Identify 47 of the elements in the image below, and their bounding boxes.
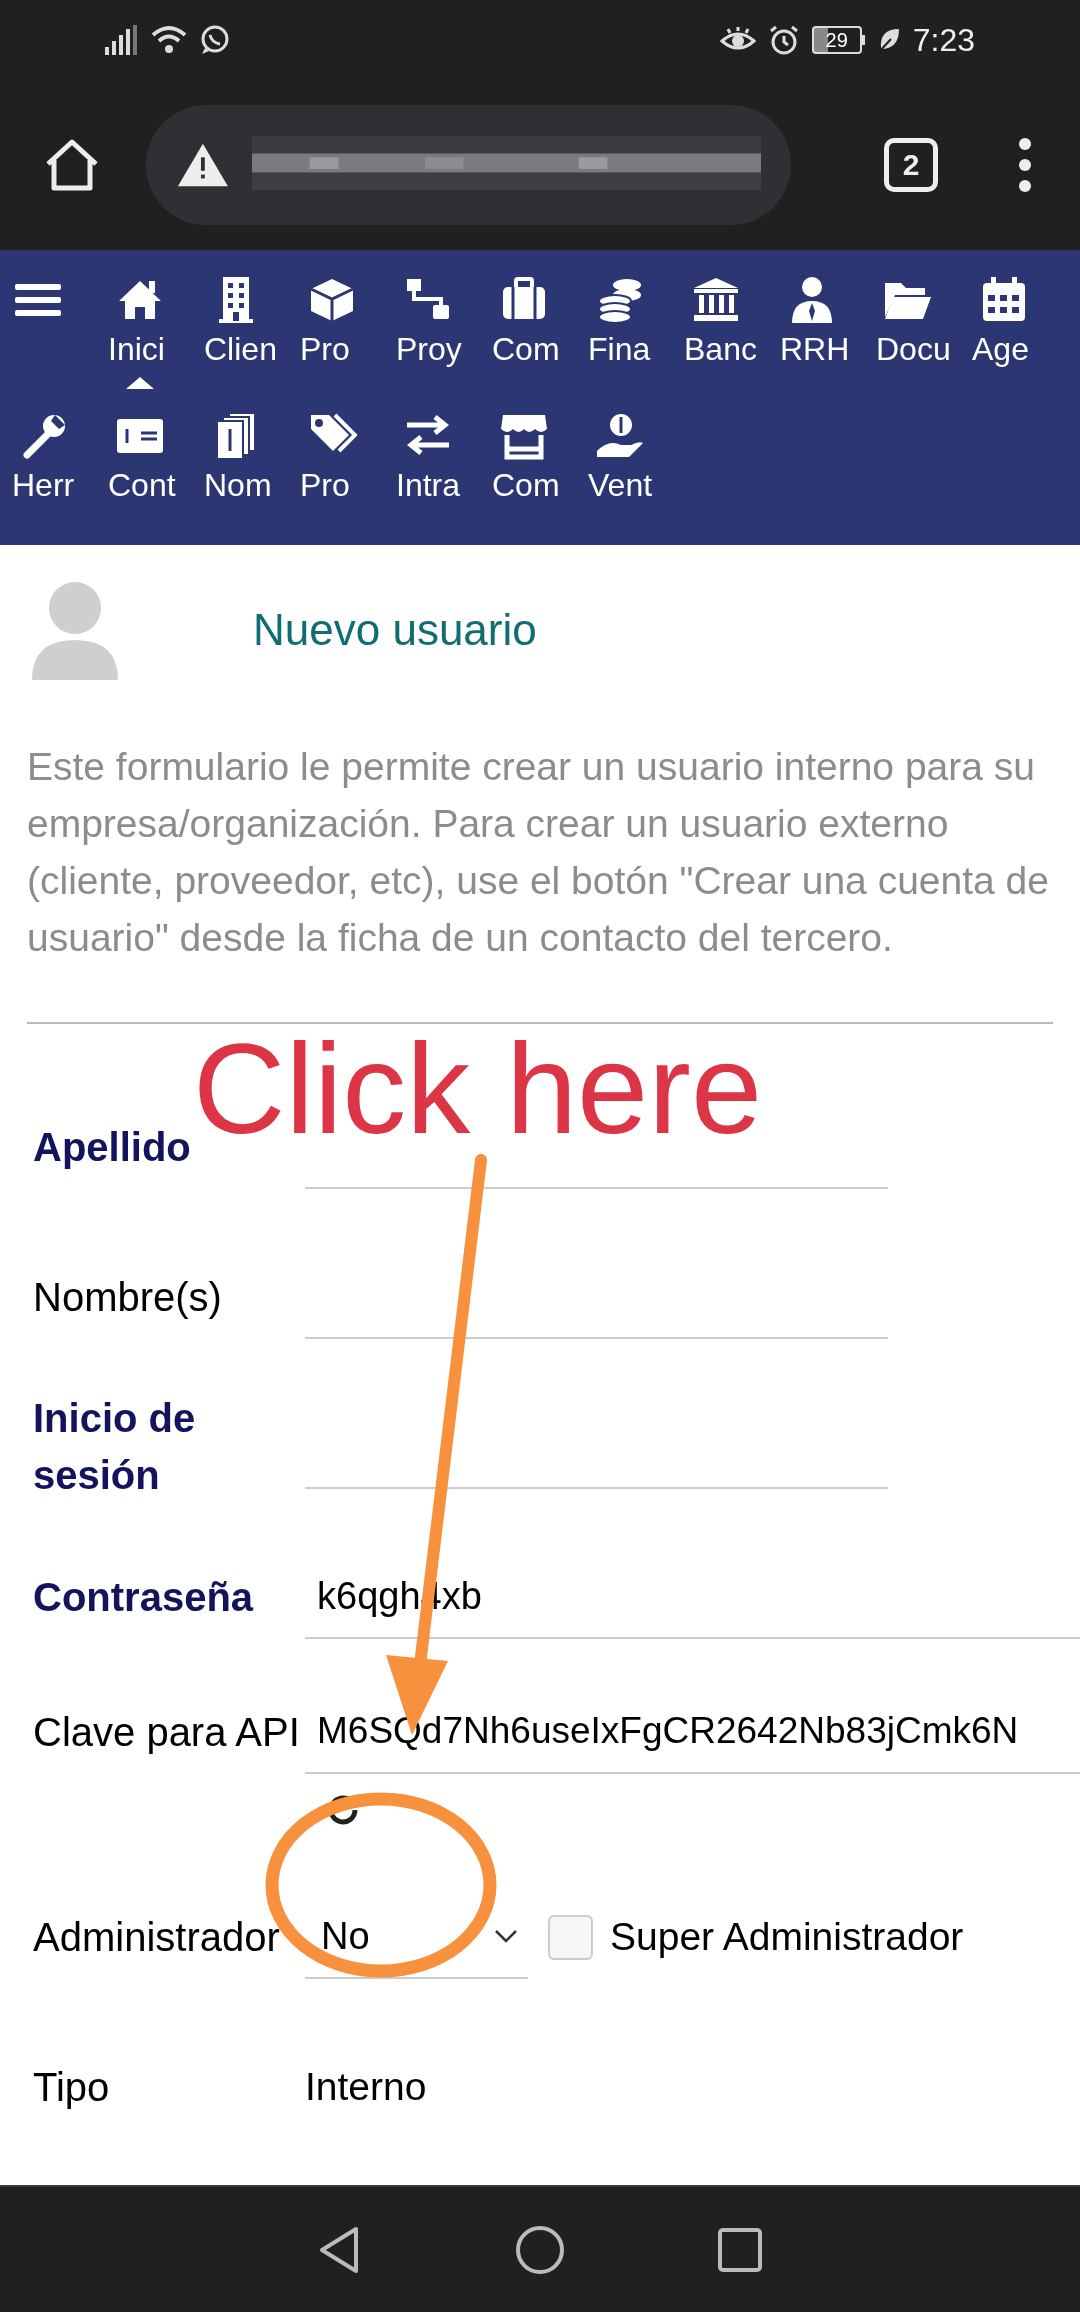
menu-item[interactable]: Age [972, 275, 1068, 389]
menu-item[interactable]: RRH [780, 275, 876, 389]
menu-item[interactable]: Inici [108, 275, 204, 389]
field-label: Contraseña [33, 1573, 255, 1621]
signal-icon [105, 25, 139, 55]
field-label: Apellido [33, 1123, 192, 1171]
menu-item[interactable]: Cont [108, 411, 204, 525]
menu-item[interactable]: Vent [588, 411, 684, 525]
menu-item[interactable]: Intra [396, 411, 492, 525]
menu-item[interactable]: Nom [204, 411, 300, 525]
chevron-down-icon [494, 1929, 518, 1943]
home-nav-button[interactable] [515, 2224, 565, 2275]
checkbox[interactable] [548, 1914, 593, 1960]
annotation-text: Click here [193, 1025, 763, 1153]
menu-item[interactable]: Pro [300, 275, 396, 389]
page-title: Nuevo usuario [253, 604, 537, 656]
menu-item[interactable]: Com [492, 275, 588, 389]
menu-item[interactable]: Pro [300, 411, 396, 525]
admin-select[interactable]: No [305, 1895, 528, 1979]
intro-paragraph: Este formulario le permite crear un usuario interno para su empresa/organización. Para crear un usuario externo (cliente, proveedor, etc), use el botón "Crear una cuenta de usuario" desde la ficha de un contacto del tercero. [26, 744, 1050, 961]
menu-item[interactable]: Com [492, 411, 588, 525]
field-label: Clave para API [33, 1709, 301, 1756]
menu-item[interactable]: Herr [12, 411, 108, 525]
clock-time: 7:23 [912, 21, 975, 60]
menu-item[interactable]: Fina [588, 275, 684, 389]
menu-item[interactable]: Docu [876, 275, 972, 389]
menu-item[interactable]: Clien [204, 275, 300, 389]
menu-item[interactable]: Proy [396, 275, 492, 389]
battery-level: 29 [825, 30, 848, 50]
wifi-icon [151, 25, 187, 55]
chat-bubble-icon [199, 24, 231, 56]
tab-count-button[interactable]: 2 [884, 138, 938, 192]
menu-icon [15, 282, 61, 318]
square-icon [717, 2226, 763, 2273]
home-icon [44, 138, 100, 192]
checkbox-label: Super Administrador [610, 1913, 964, 1960]
user-avatar-icon [30, 580, 120, 680]
field-label: Nombre(s) [33, 1273, 223, 1321]
menu-item[interactable]: Banc [684, 275, 780, 389]
alarm-clock-icon [767, 24, 800, 56]
field-label: Tipo [33, 2063, 111, 2111]
more-options-icon [1018, 137, 1032, 193]
field-label: Inicio de sesión [33, 1395, 197, 1499]
field-value: Interno [305, 2063, 427, 2110]
field-label: Administrador [33, 1913, 281, 1961]
api-key-input[interactable]: M6SQd7Nh6useIxFgCR2642Nb83jCmk6N [305, 1690, 1080, 1774]
circle-icon [515, 2224, 565, 2275]
